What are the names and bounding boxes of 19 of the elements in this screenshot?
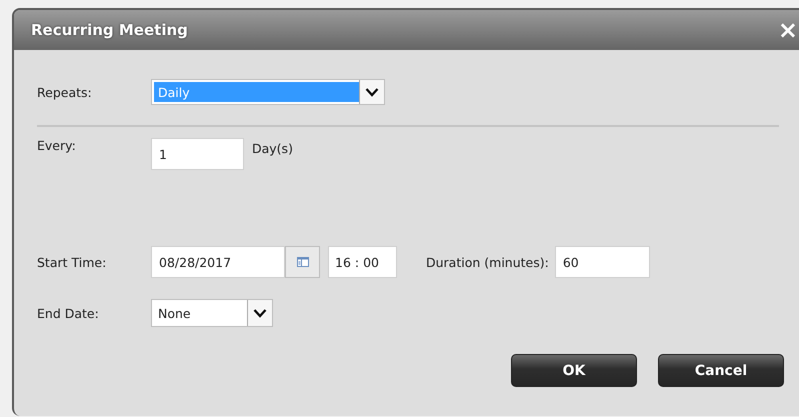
ok-button[interactable]: OK — [511, 354, 637, 387]
field-label: End Date: — [37, 306, 100, 320]
cancel-button[interactable]: Cancel — [658, 354, 784, 387]
end-date-dropdown[interactable]: None — [151, 299, 273, 327]
calendar-button[interactable] — [285, 246, 320, 278]
field-label: Duration (minutes): — [426, 254, 549, 270]
calendar-icon — [296, 257, 308, 267]
window-title: Recurring Meeting — [31, 21, 188, 39]
caret-icon — [365, 87, 379, 97]
close-button[interactable]: × — [772, 18, 799, 42]
field-label: Start Time: — [37, 254, 108, 270]
input-field[interactable]: 60 — [554, 246, 650, 278]
caret-icon — [253, 308, 267, 318]
time-field[interactable]: 16 : 00 — [328, 246, 397, 278]
field-label: Every: — [37, 138, 77, 153]
unit-label: Day(s) — [252, 141, 293, 156]
input-field[interactable]: 1 — [151, 138, 244, 170]
field-label: Repeats: — [37, 84, 93, 100]
date-field[interactable]: 08/28/2017 — [151, 246, 285, 278]
